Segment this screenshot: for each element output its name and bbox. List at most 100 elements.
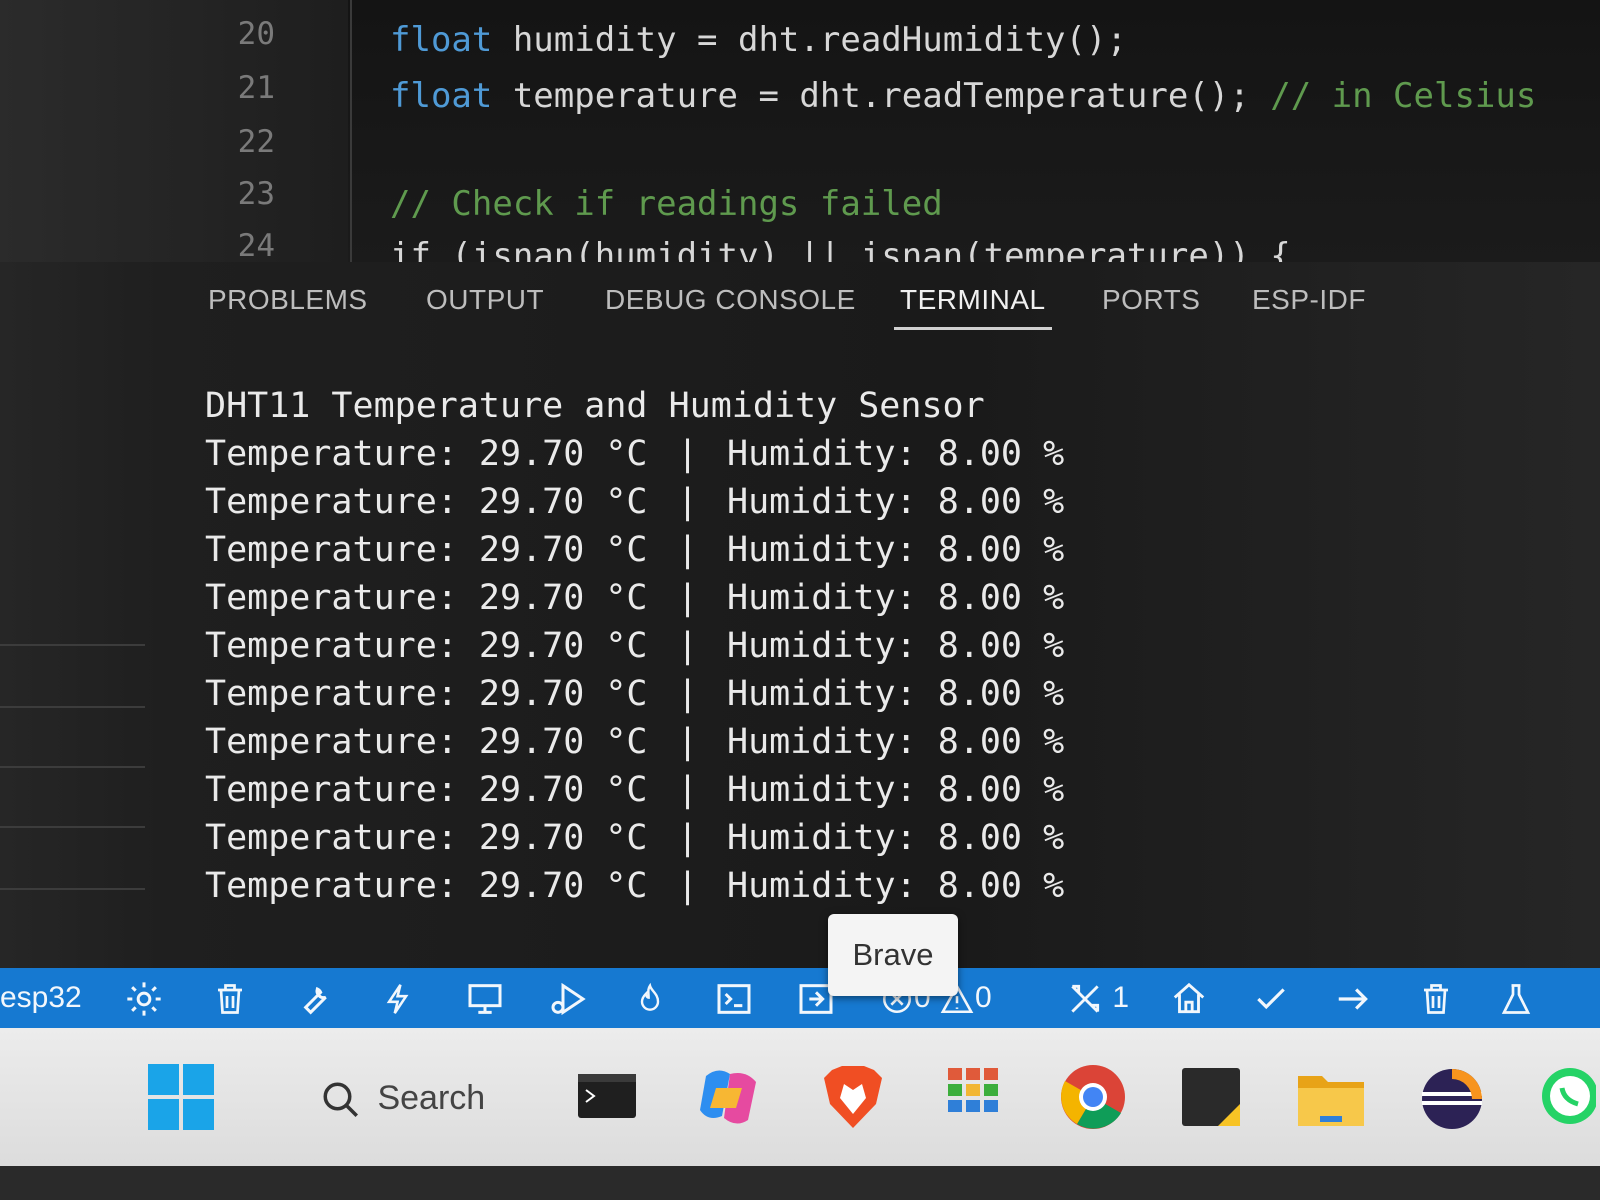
- tools-count: 1: [1112, 981, 1130, 1014]
- humidity-reading: Humidity: 8.00 %: [727, 866, 1065, 906]
- search-icon: [323, 1082, 358, 1118]
- screen-bezel: [0, 1166, 1600, 1200]
- flame-icon[interactable]: [634, 968, 666, 1028]
- windows-start-icon[interactable]: [148, 1064, 214, 1134]
- line-number: 24: [237, 228, 275, 262]
- whatsapp-icon[interactable]: [1536, 1064, 1598, 1134]
- line-number: 20: [237, 16, 275, 52]
- temperature-reading: Temperature: 29.70 °C: [205, 866, 648, 906]
- temperature-reading: Temperature: 29.70 °C: [205, 482, 648, 522]
- divider: [0, 644, 145, 646]
- humidity-reading: Humidity: 8.00 %: [727, 434, 1065, 474]
- taskbar-search[interactable]: Search: [320, 1068, 485, 1128]
- separator: |: [677, 818, 699, 858]
- humidity-reading: Humidity: 8.00 %: [727, 674, 1065, 714]
- humidity-reading: Humidity: 8.00 %: [727, 770, 1065, 810]
- terminal-output[interactable]: DHT11 Temperature and Humidity Sensor Te…: [205, 382, 1064, 910]
- temperature-reading: Temperature: 29.70 °C: [205, 770, 648, 810]
- warning-count: 0: [975, 981, 992, 1014]
- panel-tabs: PROBLEMS OUTPUT DEBUG CONSOLE TERMINAL P…: [0, 262, 1600, 352]
- tab-terminal[interactable]: TERMINAL: [894, 284, 1052, 330]
- check-icon[interactable]: [1252, 968, 1290, 1028]
- terminal-row: Temperature: 29.70 °C | Humidity: 8.00 %: [205, 862, 1064, 910]
- copilot-icon[interactable]: [696, 1066, 762, 1132]
- tab-problems[interactable]: PROBLEMS: [208, 284, 368, 316]
- editor-gutter: [0, 0, 348, 262]
- terminal-icon[interactable]: [714, 968, 754, 1028]
- terminal-row: Temperature: 29.70 °C | Humidity: 8.00 %: [205, 814, 1064, 862]
- separator: |: [677, 482, 699, 522]
- gear-icon[interactable]: [124, 968, 164, 1028]
- keyword: float: [390, 76, 493, 116]
- terminal-row: Temperature: 29.70 °C | Humidity: 8.00 %: [205, 670, 1064, 718]
- code-line[interactable]: float temperature = dht.readTemperature(…: [390, 76, 1536, 116]
- calculator-icon[interactable]: [948, 1068, 998, 1128]
- code-text: humidity = dht.readHumidity();: [492, 20, 1127, 60]
- humidity-reading: Humidity: 8.00 %: [727, 578, 1065, 618]
- file-explorer-icon[interactable]: [1298, 1070, 1364, 1130]
- separator: |: [677, 674, 699, 714]
- divider: [0, 826, 145, 828]
- terminal-row: Temperature: 29.70 °C | Humidity: 8.00 %: [205, 430, 1064, 478]
- temperature-reading: Temperature: 29.70 °C: [205, 818, 648, 858]
- code-text: temperature = dht.readTemperature();: [492, 76, 1271, 116]
- monitor-icon[interactable]: [464, 968, 506, 1028]
- separator: |: [677, 578, 699, 618]
- separator: |: [677, 530, 699, 570]
- divider: [0, 766, 145, 768]
- flash-icon[interactable]: [382, 968, 416, 1028]
- terminal-row: Temperature: 29.70 °C | Humidity: 8.00 %: [205, 766, 1064, 814]
- line-number: 23: [237, 176, 275, 212]
- trash-icon[interactable]: [1418, 968, 1454, 1028]
- humidity-reading: Humidity: 8.00 %: [727, 626, 1065, 666]
- tab-output[interactable]: OUTPUT: [426, 284, 544, 316]
- terminal-row: Temperature: 29.70 °C | Humidity: 8.00 %: [205, 478, 1064, 526]
- sticky-notes-icon[interactable]: [1182, 1068, 1240, 1130]
- eclipse-icon[interactable]: [1420, 1068, 1484, 1134]
- line-number: 22: [237, 124, 275, 160]
- bottom-panel: PROBLEMS OUTPUT DEBUG CONSOLE TERMINAL P…: [0, 262, 1600, 968]
- arrow-right-icon[interactable]: [1334, 968, 1372, 1028]
- tools-indicator[interactable]: 1: [1066, 968, 1129, 1028]
- code-line[interactable]: // Check if readings failed: [390, 184, 943, 224]
- humidity-reading: Humidity: 8.00 %: [727, 482, 1065, 522]
- separator: |: [677, 626, 699, 666]
- line-number: 21: [237, 70, 275, 106]
- code-comment: // in Celsius: [1270, 76, 1537, 116]
- chrome-icon[interactable]: [1060, 1064, 1126, 1134]
- tab-esp-idf[interactable]: ESP-IDF: [1252, 284, 1366, 316]
- divider: [0, 888, 145, 890]
- brave-icon[interactable]: [822, 1064, 884, 1134]
- debug-icon[interactable]: [546, 968, 590, 1028]
- temperature-reading: Temperature: 29.70 °C: [205, 530, 648, 570]
- trash-icon[interactable]: [212, 968, 248, 1028]
- divider: [0, 706, 145, 708]
- separator: |: [677, 722, 699, 762]
- tab-debug-console[interactable]: DEBUG CONSOLE: [605, 284, 856, 316]
- separator: |: [677, 770, 699, 810]
- terminal-row: Temperature: 29.70 °C | Humidity: 8.00 %: [205, 718, 1064, 766]
- search-label: Search: [377, 1079, 486, 1117]
- code-editor[interactable]: 20 float humidity = dht.readHumidity(); …: [0, 0, 1600, 262]
- keyword: float: [390, 20, 493, 60]
- code-text: if (isnan(humidity) || isnan(temperature…: [390, 236, 1291, 262]
- code-line[interactable]: float humidity = dht.readHumidity();: [390, 20, 1127, 60]
- temperature-reading: Temperature: 29.70 °C: [205, 722, 648, 762]
- code-line[interactable]: if (isnan(humidity) || isnan(temperature…: [390, 236, 1291, 262]
- tab-ports[interactable]: PORTS: [1102, 284, 1200, 316]
- temperature-reading: Temperature: 29.70 °C: [205, 434, 648, 474]
- windows-taskbar: Search: [0, 1028, 1600, 1166]
- home-icon[interactable]: [1170, 968, 1208, 1028]
- flask-icon[interactable]: [1498, 968, 1534, 1028]
- temperature-reading: Temperature: 29.70 °C: [205, 674, 648, 714]
- terminal-row: Temperature: 29.70 °C | Humidity: 8.00 %: [205, 526, 1064, 574]
- wrench-icon[interactable]: [294, 968, 334, 1028]
- temperature-reading: Temperature: 29.70 °C: [205, 626, 648, 666]
- humidity-reading: Humidity: 8.00 %: [727, 722, 1065, 762]
- target-label[interactable]: esp32: [0, 968, 82, 1028]
- terminal-app-icon[interactable]: [578, 1074, 636, 1122]
- tools-icon: [1071, 984, 1100, 1013]
- separator: |: [677, 866, 699, 906]
- temperature-reading: Temperature: 29.70 °C: [205, 578, 648, 618]
- terminal-title: DHT11 Temperature and Humidity Sensor: [205, 386, 985, 426]
